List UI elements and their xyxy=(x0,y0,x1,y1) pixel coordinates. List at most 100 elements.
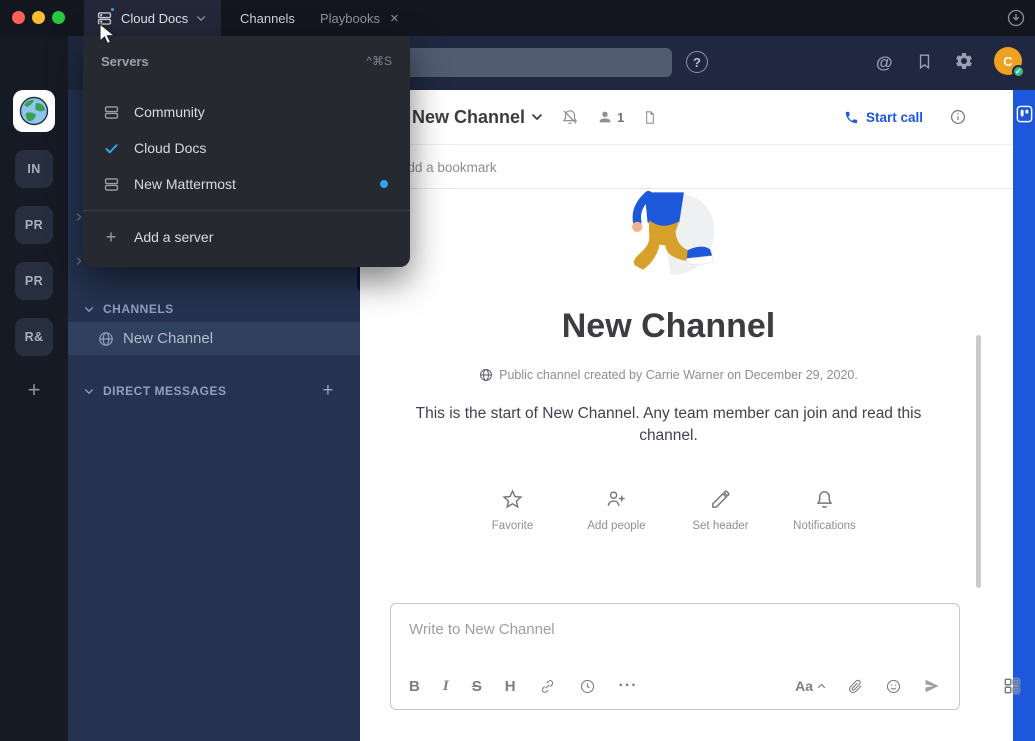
start-call-button[interactable]: Start call xyxy=(844,110,923,125)
team-button-3[interactable]: PR xyxy=(15,262,53,300)
channel-created-text: Public channel created by Carrie Warner … xyxy=(499,368,858,382)
menu-item-label: New Mattermost xyxy=(134,176,236,192)
add-team-button[interactable]: + xyxy=(15,378,53,402)
download-icon xyxy=(1006,8,1026,28)
unread-dot xyxy=(380,180,388,188)
add-people-button[interactable]: Add people xyxy=(582,488,652,532)
globe-icon xyxy=(479,368,493,382)
team-initials: R& xyxy=(25,330,44,344)
team-initials: IN xyxy=(27,162,40,176)
active-server-button[interactable] xyxy=(13,90,55,132)
bold-button[interactable]: B xyxy=(409,678,420,695)
menu-item-cloud-docs[interactable]: Cloud Docs xyxy=(83,130,410,166)
link-icon xyxy=(539,678,556,695)
favorite-button[interactable]: Favorite xyxy=(478,488,548,532)
add-server-label: Add a server xyxy=(134,229,213,245)
plus-icon: + xyxy=(101,227,121,248)
send-icon xyxy=(923,677,941,695)
notifications-label: Notifications xyxy=(793,520,856,532)
tab-channels-label: Channels xyxy=(240,11,295,26)
mouse-cursor xyxy=(98,23,116,45)
mentions-button[interactable]: @ xyxy=(876,53,893,73)
bell-icon xyxy=(813,488,836,511)
window-close-button[interactable] xyxy=(12,11,25,24)
channel-members-button[interactable]: 1 xyxy=(597,109,624,125)
strikethrough-button[interactable]: S xyxy=(472,678,482,695)
channel-intro-illustration xyxy=(613,189,725,289)
boards-icon xyxy=(1015,104,1034,124)
saved-posts-button[interactable] xyxy=(915,52,934,71)
text-size-label: Aa xyxy=(795,678,813,694)
channel-files-button[interactable] xyxy=(642,109,658,126)
boards-panel-button[interactable] xyxy=(1015,104,1034,124)
team-button-2[interactable]: PR xyxy=(15,206,53,244)
close-tab-icon[interactable]: × xyxy=(390,11,399,26)
bookmark-bar: + Add a bookmark xyxy=(360,146,1013,189)
start-call-label: Start call xyxy=(866,110,923,125)
channel-info-button[interactable] xyxy=(949,108,967,126)
window-zoom-button[interactable] xyxy=(52,11,65,24)
tab-playbooks-label: Playbooks xyxy=(320,11,380,26)
team-initials: PR xyxy=(25,274,43,288)
text-size-button[interactable]: Aa xyxy=(795,678,826,694)
message-input[interactable]: Write to New Channel xyxy=(391,604,959,638)
attach-file-button[interactable] xyxy=(847,678,864,695)
direct-messages-category-row[interactable]: DIRECT MESSAGES + xyxy=(68,374,360,408)
right-dock xyxy=(1013,90,1035,741)
menu-divider xyxy=(83,210,410,211)
menu-item-label: Cloud Docs xyxy=(134,140,206,156)
italic-button[interactable]: I xyxy=(443,678,449,695)
globe-avatar-icon xyxy=(18,95,50,127)
main-content: New Channel 1 xyxy=(360,90,1013,741)
server-icon xyxy=(101,176,121,193)
team-button-4[interactable]: R& xyxy=(15,318,53,356)
notifications-muted-button[interactable] xyxy=(561,108,579,126)
download-update-button[interactable] xyxy=(1006,8,1026,28)
menu-item-new-mattermost[interactable]: New Mattermost xyxy=(83,166,410,202)
scrollbar[interactable] xyxy=(976,335,981,588)
settings-button[interactable] xyxy=(954,51,974,71)
add-people-label: Add people xyxy=(587,520,645,532)
tab-playbooks[interactable]: Playbooks × xyxy=(308,0,411,36)
channel-name-button[interactable]: New Channel xyxy=(412,107,543,128)
add-server-button[interactable]: + Add a server xyxy=(83,219,410,255)
tab-channels[interactable]: Channels xyxy=(228,0,307,36)
server-unread-dot xyxy=(109,6,116,13)
avatar-initial: C xyxy=(1003,54,1012,69)
app-window: Cloud Docs Channels Playbooks × ? @ xyxy=(0,0,1035,741)
person-icon xyxy=(597,109,613,125)
apps-grid-button[interactable] xyxy=(1002,676,1022,696)
online-status-badge: ✓ xyxy=(1012,65,1025,78)
notifications-button[interactable]: Notifications xyxy=(790,488,860,532)
servers-menu-header: Servers ^⌘S xyxy=(83,36,410,86)
link-button[interactable] xyxy=(539,678,556,695)
smiley-icon xyxy=(885,678,902,695)
favorite-label: Favorite xyxy=(492,520,534,532)
user-avatar[interactable]: C ✓ xyxy=(994,47,1022,75)
emoji-button[interactable] xyxy=(885,678,902,695)
more-formatting-button[interactable]: ··· xyxy=(619,677,638,695)
servers-menu-title: Servers xyxy=(101,54,149,69)
bookmark-icon xyxy=(915,52,934,71)
send-button[interactable] xyxy=(923,677,941,695)
check-icon xyxy=(101,140,121,157)
heading-button[interactable]: H xyxy=(505,678,516,695)
pencil-icon xyxy=(709,488,732,511)
window-minimize-button[interactable] xyxy=(32,11,45,24)
team-button-1[interactable]: IN xyxy=(15,150,53,188)
channels-category-row[interactable]: CHANNELS xyxy=(68,292,360,326)
history-button[interactable] xyxy=(579,678,596,695)
menu-item-community[interactable]: Community xyxy=(83,94,410,130)
person-plus-icon xyxy=(605,488,628,511)
paperclip-icon xyxy=(847,678,864,695)
search-input[interactable] xyxy=(368,48,672,77)
add-bookmark-button[interactable]: Add a bookmark xyxy=(398,160,496,175)
help-button[interactable]: ? xyxy=(686,51,708,73)
chevron-down-icon xyxy=(196,15,206,22)
gear-icon xyxy=(954,51,974,71)
set-header-button[interactable]: Set header xyxy=(686,488,756,532)
sidebar-item-new-channel[interactable]: New Channel xyxy=(68,322,360,355)
server-icon xyxy=(101,104,121,121)
add-direct-message-button[interactable]: + xyxy=(322,380,334,402)
globe-icon xyxy=(98,331,114,347)
